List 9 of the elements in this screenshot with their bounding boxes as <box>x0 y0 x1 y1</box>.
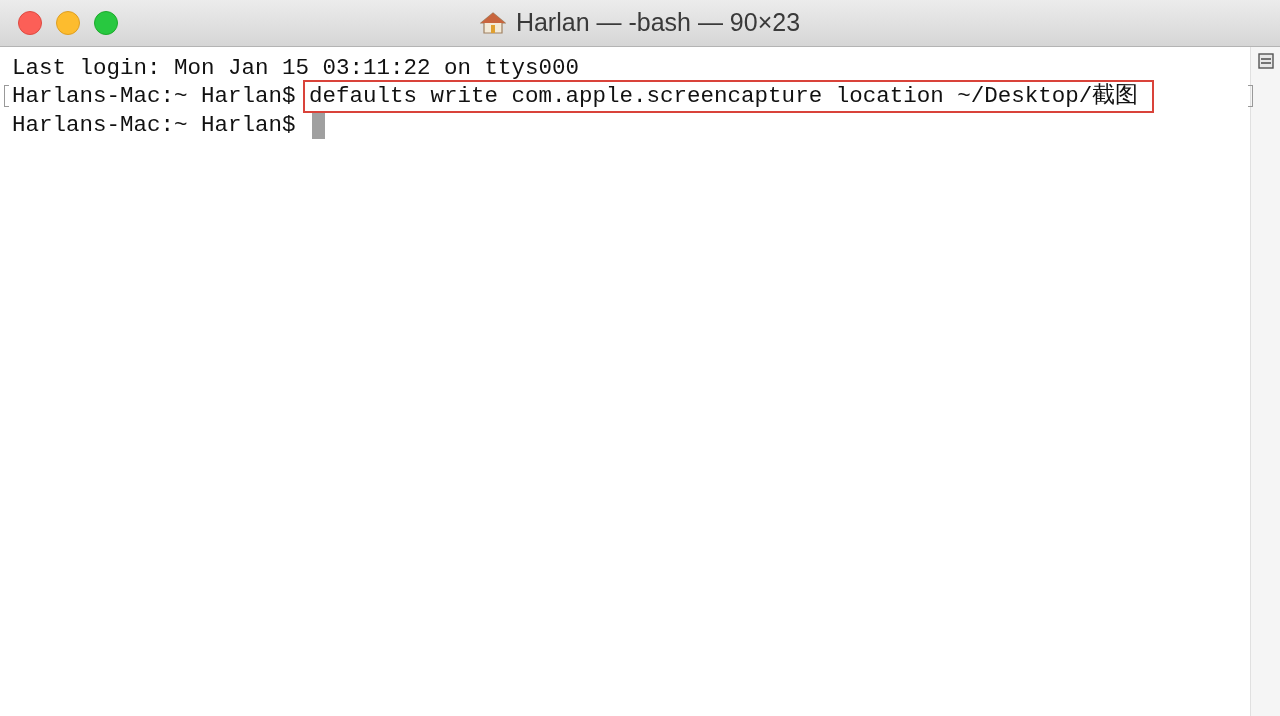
prompt: Harlans-Mac:~ Harlan$ <box>12 82 296 110</box>
window-title: Harlan — -bash — 90×23 <box>515 7 801 39</box>
close-button[interactable] <box>18 11 42 35</box>
minimize-button[interactable] <box>56 11 80 35</box>
prompt: Harlans-Mac:~ Harlan$ <box>12 112 296 140</box>
house-icon <box>479 11 506 35</box>
split-pane-icon[interactable] <box>1257 53 1274 69</box>
zoom-button[interactable] <box>94 11 118 35</box>
command-text: defaults write com.apple.screencapture location ~/Desktop/截图 <box>303 79 1155 113</box>
